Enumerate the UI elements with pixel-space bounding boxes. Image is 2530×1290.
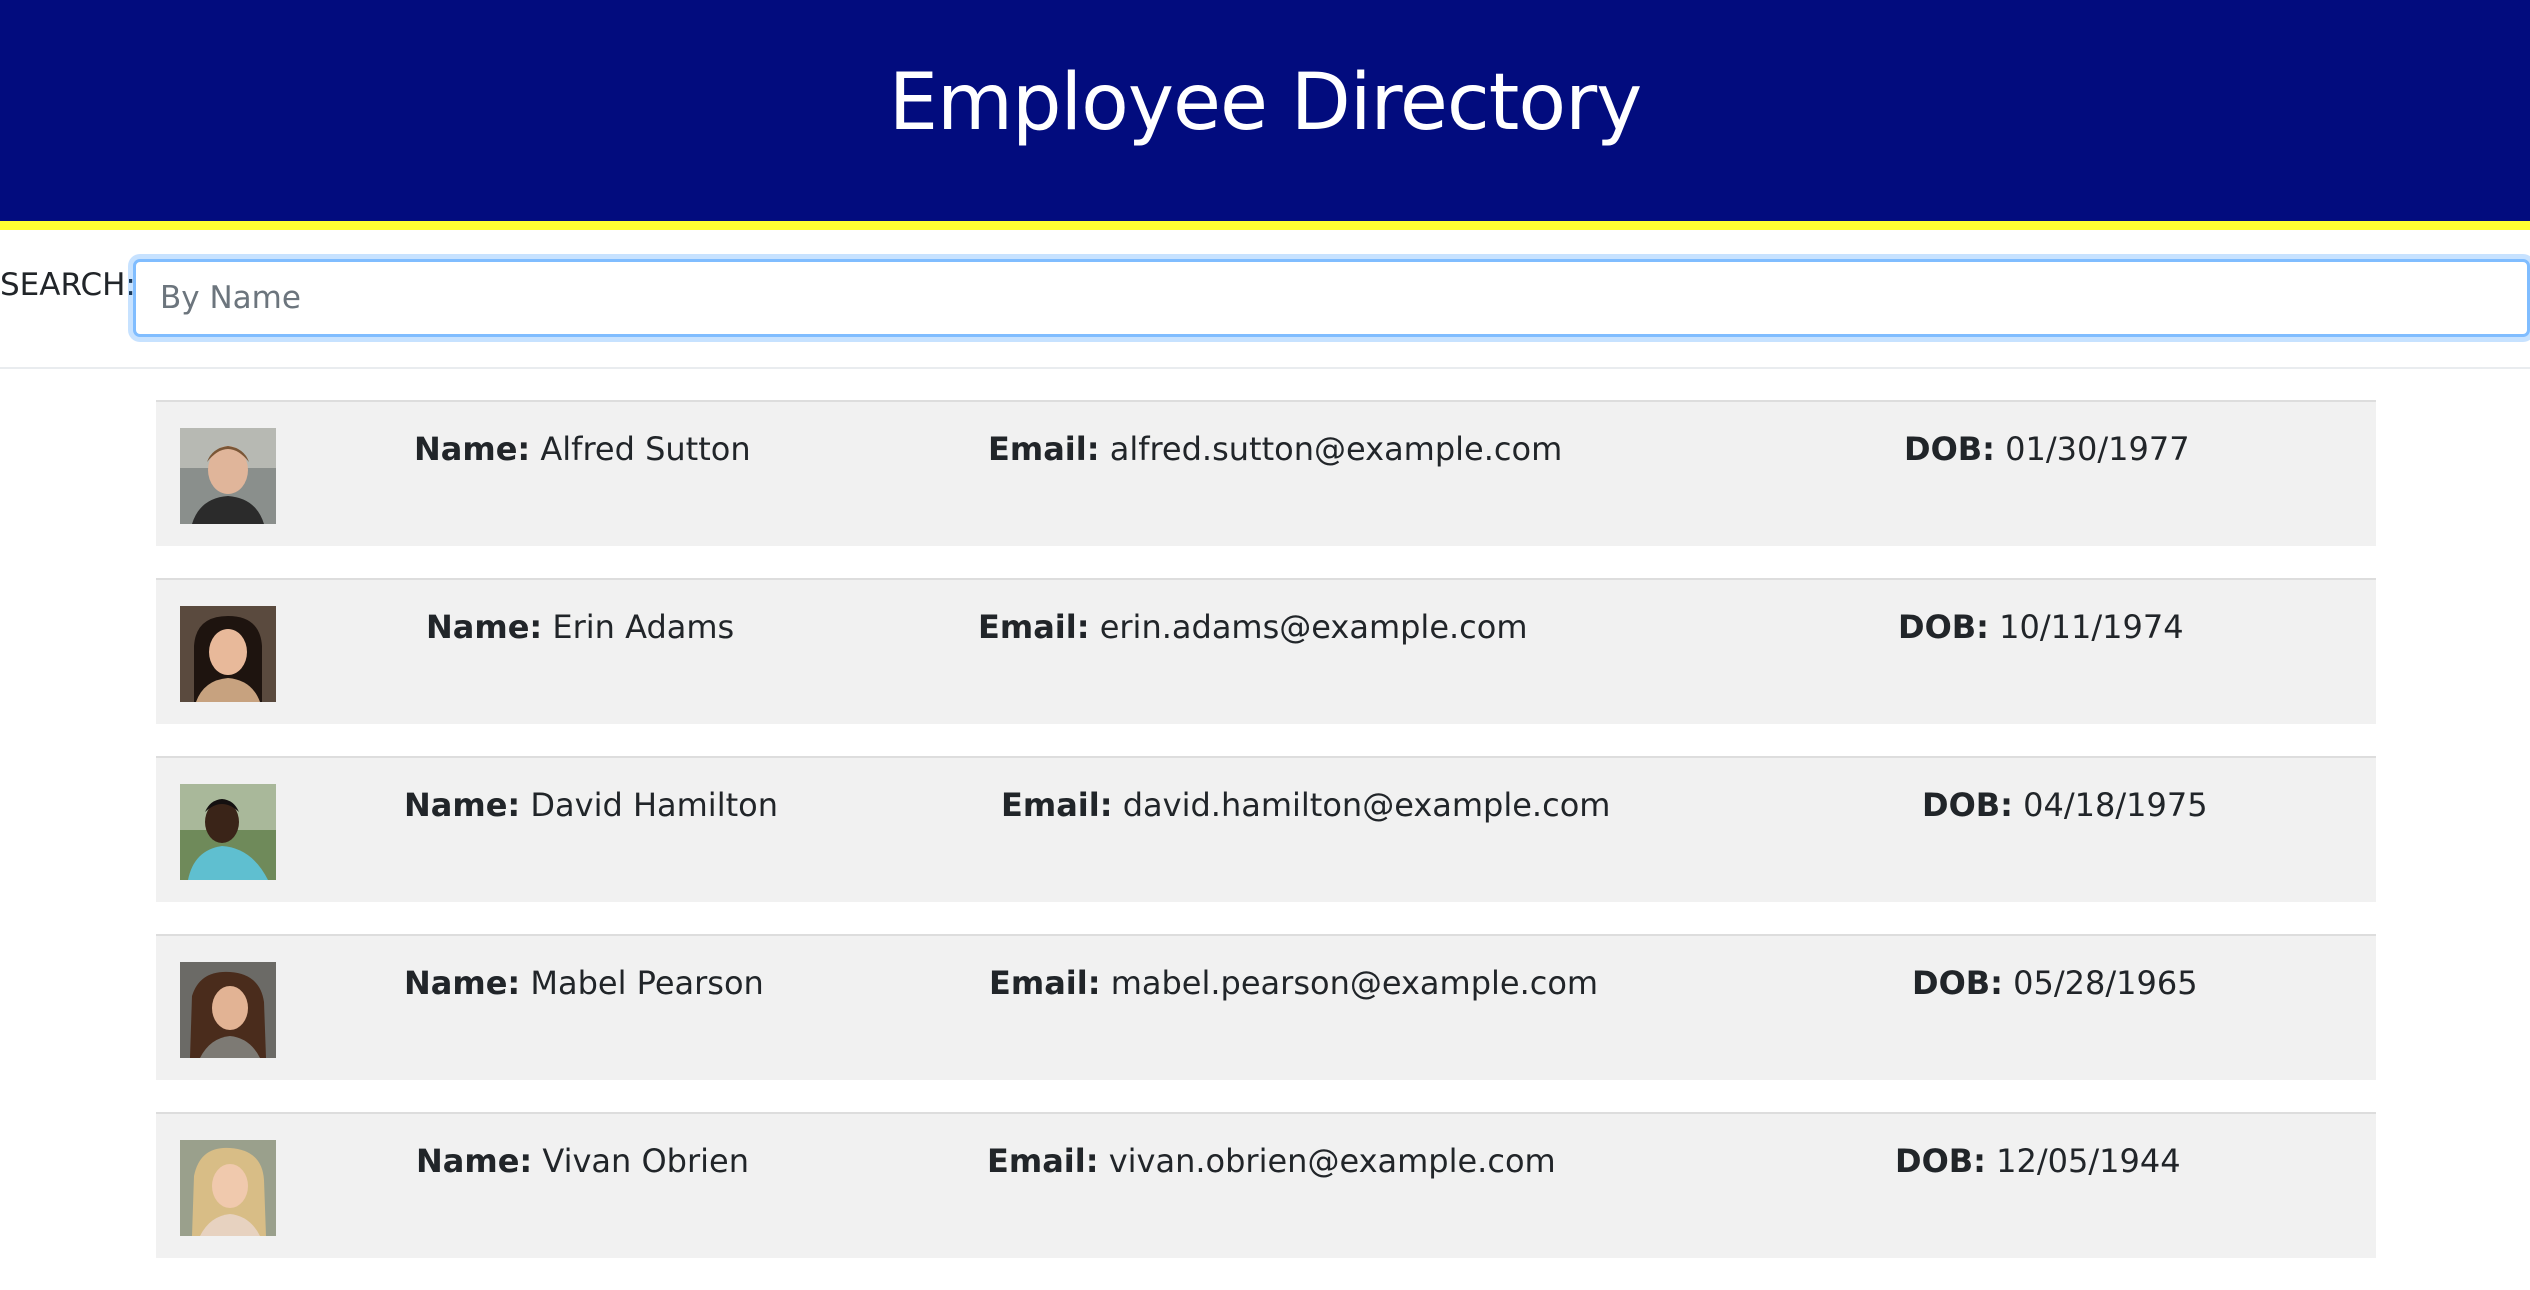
employee-avatar	[180, 606, 276, 702]
name-value: Erin Adams	[552, 608, 735, 646]
dob-value: 12/05/1944	[1996, 1142, 2181, 1180]
employee-dob: DOB: 12/05/1944	[1895, 1142, 2181, 1180]
employee-card: Name: Vivan Obrien Email: vivan.obrien@e…	[156, 1112, 2376, 1258]
employee-email: Email: mabel.pearson@example.com	[989, 964, 1598, 1002]
name-value: David Hamilton	[530, 786, 778, 824]
dob-label: DOB:	[1904, 430, 1995, 468]
employee-dob: DOB: 05/28/1965	[1912, 964, 2198, 1002]
page-title: Employee Directory	[888, 57, 1643, 148]
dob-label: DOB:	[1912, 964, 2003, 1002]
employee-email: Email: david.hamilton@example.com	[1001, 786, 1610, 824]
email-value: erin.adams@example.com	[1099, 608, 1528, 646]
page-header: Employee Directory	[0, 0, 2530, 230]
employee-avatar	[180, 962, 276, 1058]
employee-list: Name: Alfred Sutton Email: alfred.sutton…	[156, 400, 2376, 1290]
email-value: david.hamilton@example.com	[1122, 786, 1611, 824]
employee-dob: DOB: 04/18/1975	[1922, 786, 2208, 824]
search-bar: SEARCH:	[0, 255, 2530, 355]
email-label: Email:	[987, 1142, 1099, 1180]
name-value: Vivan Obrien	[542, 1142, 749, 1180]
email-label: Email:	[988, 430, 1100, 468]
divider	[0, 367, 2530, 369]
employee-name: Name: Vivan Obrien	[416, 1142, 749, 1180]
email-label: Email:	[989, 964, 1101, 1002]
employee-name: Name: Mabel Pearson	[404, 964, 764, 1002]
employee-name: Name: Alfred Sutton	[414, 430, 751, 468]
employee-card: Name: Mabel Pearson Email: mabel.pearson…	[156, 934, 2376, 1080]
employee-avatar	[180, 1140, 276, 1236]
employee-email: Email: erin.adams@example.com	[978, 608, 1528, 646]
employee-email: Email: alfred.sutton@example.com	[988, 430, 1562, 468]
dob-value: 01/30/1977	[2005, 430, 2190, 468]
dob-value: 04/18/1975	[2023, 786, 2208, 824]
name-value: Mabel Pearson	[530, 964, 764, 1002]
dob-label: DOB:	[1898, 608, 1989, 646]
employee-avatar	[180, 428, 276, 524]
dob-value: 05/28/1965	[2013, 964, 2198, 1002]
name-label: Name:	[426, 608, 543, 646]
dob-label: DOB:	[1922, 786, 2013, 824]
email-value: mabel.pearson@example.com	[1110, 964, 1599, 1002]
employee-card: Name: Erin Adams Email: erin.adams@examp…	[156, 578, 2376, 724]
employee-email: Email: vivan.obrien@example.com	[987, 1142, 1556, 1180]
dob-label: DOB:	[1895, 1142, 1986, 1180]
employee-dob: DOB: 01/30/1977	[1904, 430, 2190, 468]
dob-value: 10/11/1974	[1999, 608, 2184, 646]
employee-card: Name: Alfred Sutton Email: alfred.sutton…	[156, 400, 2376, 546]
search-input[interactable]	[133, 259, 2530, 337]
name-value: Alfred Sutton	[540, 430, 751, 468]
email-value: vivan.obrien@example.com	[1108, 1142, 1556, 1180]
email-label: Email:	[1001, 786, 1113, 824]
email-value: alfred.sutton@example.com	[1109, 430, 1563, 468]
employee-card: Name: David Hamilton Email: david.hamilt…	[156, 756, 2376, 902]
employee-name: Name: David Hamilton	[404, 786, 778, 824]
name-label: Name:	[414, 430, 531, 468]
name-label: Name:	[404, 964, 521, 1002]
employee-name: Name: Erin Adams	[426, 608, 734, 646]
name-label: Name:	[416, 1142, 533, 1180]
search-label: SEARCH:	[0, 267, 136, 303]
name-label: Name:	[404, 786, 521, 824]
employee-avatar	[180, 784, 276, 880]
employee-dob: DOB: 10/11/1974	[1898, 608, 2184, 646]
email-label: Email:	[978, 608, 1090, 646]
